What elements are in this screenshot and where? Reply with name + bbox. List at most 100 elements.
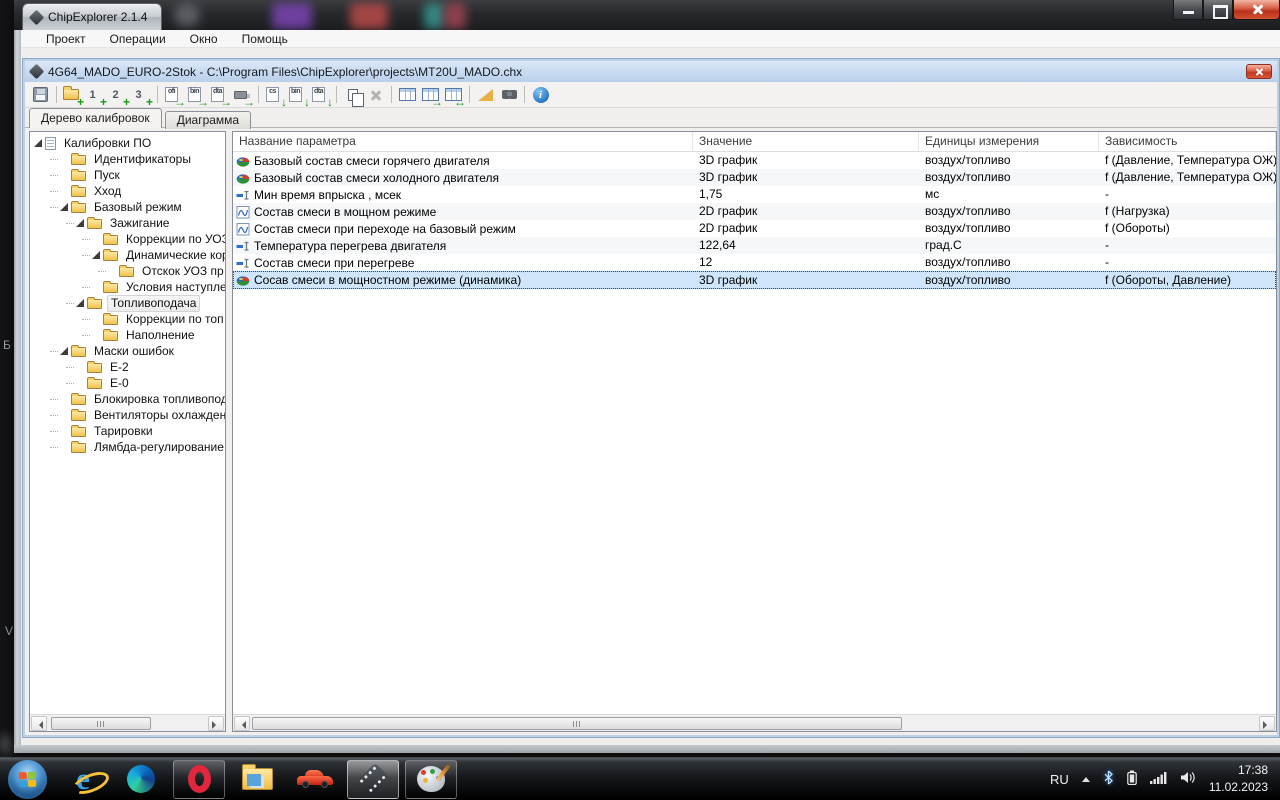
tree-expander-icon[interactable] [76, 299, 84, 307]
tree-item-19[interactable]: Лямбда-регулирование [30, 439, 225, 455]
scroll-thumb[interactable] [51, 717, 151, 730]
scroll-left-arrow[interactable] [31, 716, 47, 731]
clock[interactable]: 17:38 11.02.2023 [1209, 762, 1268, 797]
tree-item-7[interactable]: Динамические кор [30, 247, 225, 263]
tree-item-10[interactable]: Топливоподача [30, 295, 225, 311]
column-header-3[interactable]: Зависимость [1099, 132, 1276, 151]
tab-1[interactable]: Диаграмма [165, 111, 251, 129]
table-sync-button[interactable]: ↔ [442, 84, 465, 106]
export-ofi-button[interactable]: ofi→ [162, 84, 185, 106]
tree-item-8[interactable]: Отскок УОЗ пр [30, 263, 225, 279]
tree-item-9[interactable]: Условия наступле [30, 279, 225, 295]
tree-expander-icon[interactable] [60, 347, 68, 355]
tree-item-4[interactable]: Базовый режим [30, 199, 225, 215]
merge-button[interactable] [364, 84, 387, 106]
add-slot-3-button[interactable]: 3+ [130, 84, 153, 106]
tree-expander-icon[interactable] [92, 251, 100, 259]
import-dta-button[interactable]: dta↓ [309, 84, 332, 106]
menu-item-0[interactable]: Проект [34, 31, 98, 47]
table-row-4[interactable]: Состав смеси при переходе на базовый реж… [233, 220, 1276, 237]
table-export-button[interactable]: → [419, 84, 442, 106]
table-row-7[interactable]: Сосав смеси в мощностном режиме (динамик… [233, 271, 1276, 289]
tree-item-12[interactable]: Наполнение [30, 327, 225, 343]
window-title-tab[interactable]: ChipExplorer 2.1.4 [22, 3, 162, 30]
tree-item-14[interactable]: Е-2 [30, 359, 225, 375]
document-titlebar[interactable]: 4G64_MADO_EURO-2Stok - C:\Program Files\… [25, 61, 1277, 82]
scroll-right-arrow[interactable] [208, 716, 224, 731]
search-button[interactable] [497, 84, 520, 106]
open-project-button[interactable]: + [61, 84, 84, 106]
document-close-button[interactable] [1246, 64, 1272, 79]
import-cs-button[interactable]: cs↓ [263, 84, 286, 106]
column-header-2[interactable]: Единицы измерения [919, 132, 1099, 151]
table-horizontal-scrollbar[interactable] [233, 714, 1276, 731]
tree-item-17[interactable]: Вентиляторы охлаждени [30, 407, 225, 423]
window-titlebar[interactable]: ChipExplorer 2.1.4 [14, 0, 1280, 30]
tree-item-0[interactable]: Калибровки ПО [30, 135, 225, 151]
tree-item-16[interactable]: Блокировка топливопода [30, 391, 225, 407]
tree-expander-icon[interactable] [60, 203, 68, 211]
column-header-0[interactable]: Название параметра [233, 132, 693, 151]
tree-item-2[interactable]: Пуск [30, 167, 225, 183]
table-row-5[interactable]: Температура перегрева двигателя122,64гра… [233, 237, 1276, 254]
table-row-1[interactable]: Базовый состав смеси холодного двигателя… [233, 169, 1276, 186]
export-dta-button[interactable]: dta→ [208, 84, 231, 106]
battery-icon[interactable] [1127, 770, 1137, 788]
tree-item-6[interactable]: Коррекции по УОЗ [30, 231, 225, 247]
bluetooth-icon[interactable] [1103, 770, 1114, 788]
add-slot-1-button[interactable]: 1+ [84, 84, 107, 106]
maximize-button[interactable] [1203, 0, 1233, 20]
tree-item-3[interactable]: Хход [30, 183, 225, 199]
column-header-1[interactable]: Значение [693, 132, 919, 151]
menu-item-2[interactable]: Окно [178, 31, 230, 47]
scroll-left-arrow[interactable] [234, 716, 250, 731]
menu-item-3[interactable]: Помощь [230, 31, 300, 47]
add-slot-2-button[interactable]: 2+ [107, 84, 130, 106]
scalar-icon [236, 256, 250, 270]
taskbar-paint[interactable] [405, 760, 457, 799]
tree-expander-icon[interactable] [34, 139, 42, 147]
language-indicator[interactable]: RU [1050, 772, 1069, 787]
table-button[interactable] [396, 84, 419, 106]
minimize-button[interactable] [1173, 0, 1203, 20]
tree-item-18[interactable]: Тарировки [30, 423, 225, 439]
taskbar-edge[interactable] [115, 760, 167, 799]
taskbar-internet-explorer[interactable]: e [57, 760, 109, 799]
export-device-button[interactable]: → [231, 84, 254, 106]
volume-icon[interactable] [1180, 771, 1196, 787]
taskbar-car-app[interactable] [289, 760, 341, 799]
param-dependency-cell: f (Нагрузка) [1099, 203, 1276, 220]
folder-icon [103, 235, 118, 245]
menu-item-1[interactable]: Операции [98, 31, 178, 47]
tree-item-5[interactable]: Зажигание [30, 215, 225, 231]
start-button[interactable] [8, 760, 47, 799]
hidden-icons-arrow[interactable] [1082, 777, 1090, 782]
scroll-thumb[interactable] [252, 717, 902, 730]
tree-item-11[interactable]: Коррекции по топ [30, 311, 225, 327]
save-button[interactable] [29, 84, 52, 106]
table-row-6[interactable]: Состав смеси при перегреве12воздух/топли… [233, 254, 1276, 271]
tab-0[interactable]: Дерево калибровок [29, 108, 162, 128]
about-button[interactable]: i [529, 84, 552, 106]
tree-item-1[interactable]: Идентификаторы [30, 151, 225, 167]
tree-item-13[interactable]: Маски ошибок [30, 343, 225, 359]
taskbar-file-explorer[interactable] [231, 760, 283, 799]
measure-button[interactable] [474, 84, 497, 106]
tree-item-label: Вентиляторы охлаждени [91, 408, 225, 423]
network-signal-icon[interactable] [1150, 772, 1167, 787]
clock-time: 17:38 [1209, 762, 1268, 779]
scroll-right-arrow[interactable] [1259, 716, 1275, 731]
table-row-2[interactable]: Мин время впрыска , мсек1,75мс- [233, 186, 1276, 203]
close-button[interactable] [1233, 0, 1280, 20]
export-bin-button[interactable]: bin→ [185, 84, 208, 106]
import-bin-button[interactable]: bin↓ [286, 84, 309, 106]
table-row-3[interactable]: Состав смеси в мощном режиме2D графиквоз… [233, 203, 1276, 220]
taskbar-opera[interactable] [173, 760, 225, 799]
tree-expander-icon[interactable] [76, 219, 84, 227]
table-row-0[interactable]: Базовый состав смеси горячего двигателя3… [233, 152, 1276, 169]
tree-item-15[interactable]: Е-0 [30, 375, 225, 391]
tree-horizontal-scrollbar[interactable] [30, 714, 225, 731]
compare-button[interactable] [341, 84, 364, 106]
taskbar-chipexplorer[interactable] [347, 760, 399, 799]
chipexplorer-window: ChipExplorer 2.1.4 ПроектОперацииОкноПом… [14, 0, 1280, 753]
